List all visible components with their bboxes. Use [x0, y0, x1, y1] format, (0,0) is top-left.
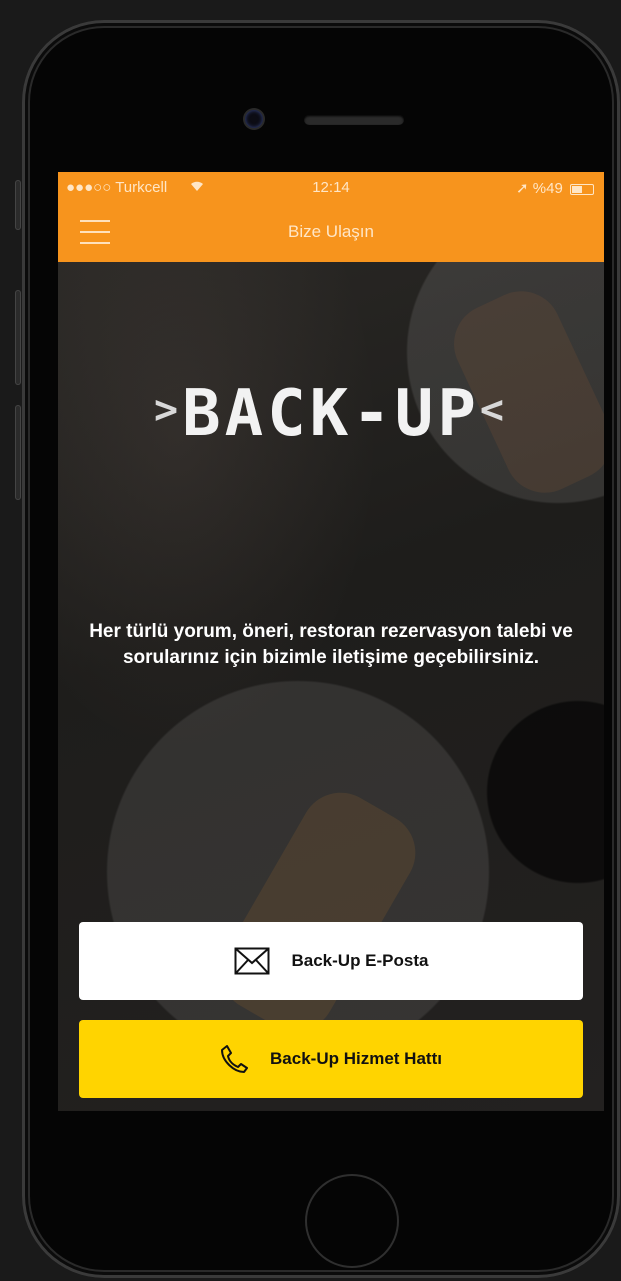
battery-icon	[570, 183, 594, 195]
email-button[interactable]: Back-Up E-Posta	[79, 922, 583, 1000]
app-screen: ●●●○○ Turkcell 12:14 ➚ %49 Bize Ulaşın >…	[58, 172, 604, 1111]
battery-percent: %49	[532, 180, 563, 197]
status-bar: ●●●○○ Turkcell 12:14 ➚ %49	[58, 172, 604, 202]
status-icons: ➚ %49	[516, 179, 594, 197]
logo-text: BACK-UP	[182, 377, 480, 451]
navigation-bar: Bize Ulaşın	[58, 202, 604, 262]
front-camera	[245, 110, 263, 128]
phone-icon	[221, 1045, 249, 1073]
phone-button-label: Back-Up Hizmet Hattı	[270, 1049, 442, 1068]
home-button[interactable]	[305, 1174, 399, 1268]
volume-down-button	[15, 405, 21, 500]
location-icon: ➚	[516, 180, 529, 197]
chevron-left-icon: <	[479, 387, 508, 433]
brand-logo: >BACK-UP<	[58, 377, 604, 451]
email-button-label: Back-Up E-Posta	[291, 951, 429, 970]
mute-switch	[15, 180, 21, 230]
earpiece-speaker	[304, 115, 404, 125]
page-title: Bize Ulaşın	[288, 222, 374, 241]
phone-button[interactable]: Back-Up Hizmet Hattı	[79, 1020, 583, 1098]
chevron-right-icon: >	[154, 387, 183, 433]
volume-up-button	[15, 290, 21, 385]
envelope-icon	[234, 947, 269, 975]
contact-description: Her türlü yorum, öneri, restoran rezerva…	[89, 621, 573, 668]
